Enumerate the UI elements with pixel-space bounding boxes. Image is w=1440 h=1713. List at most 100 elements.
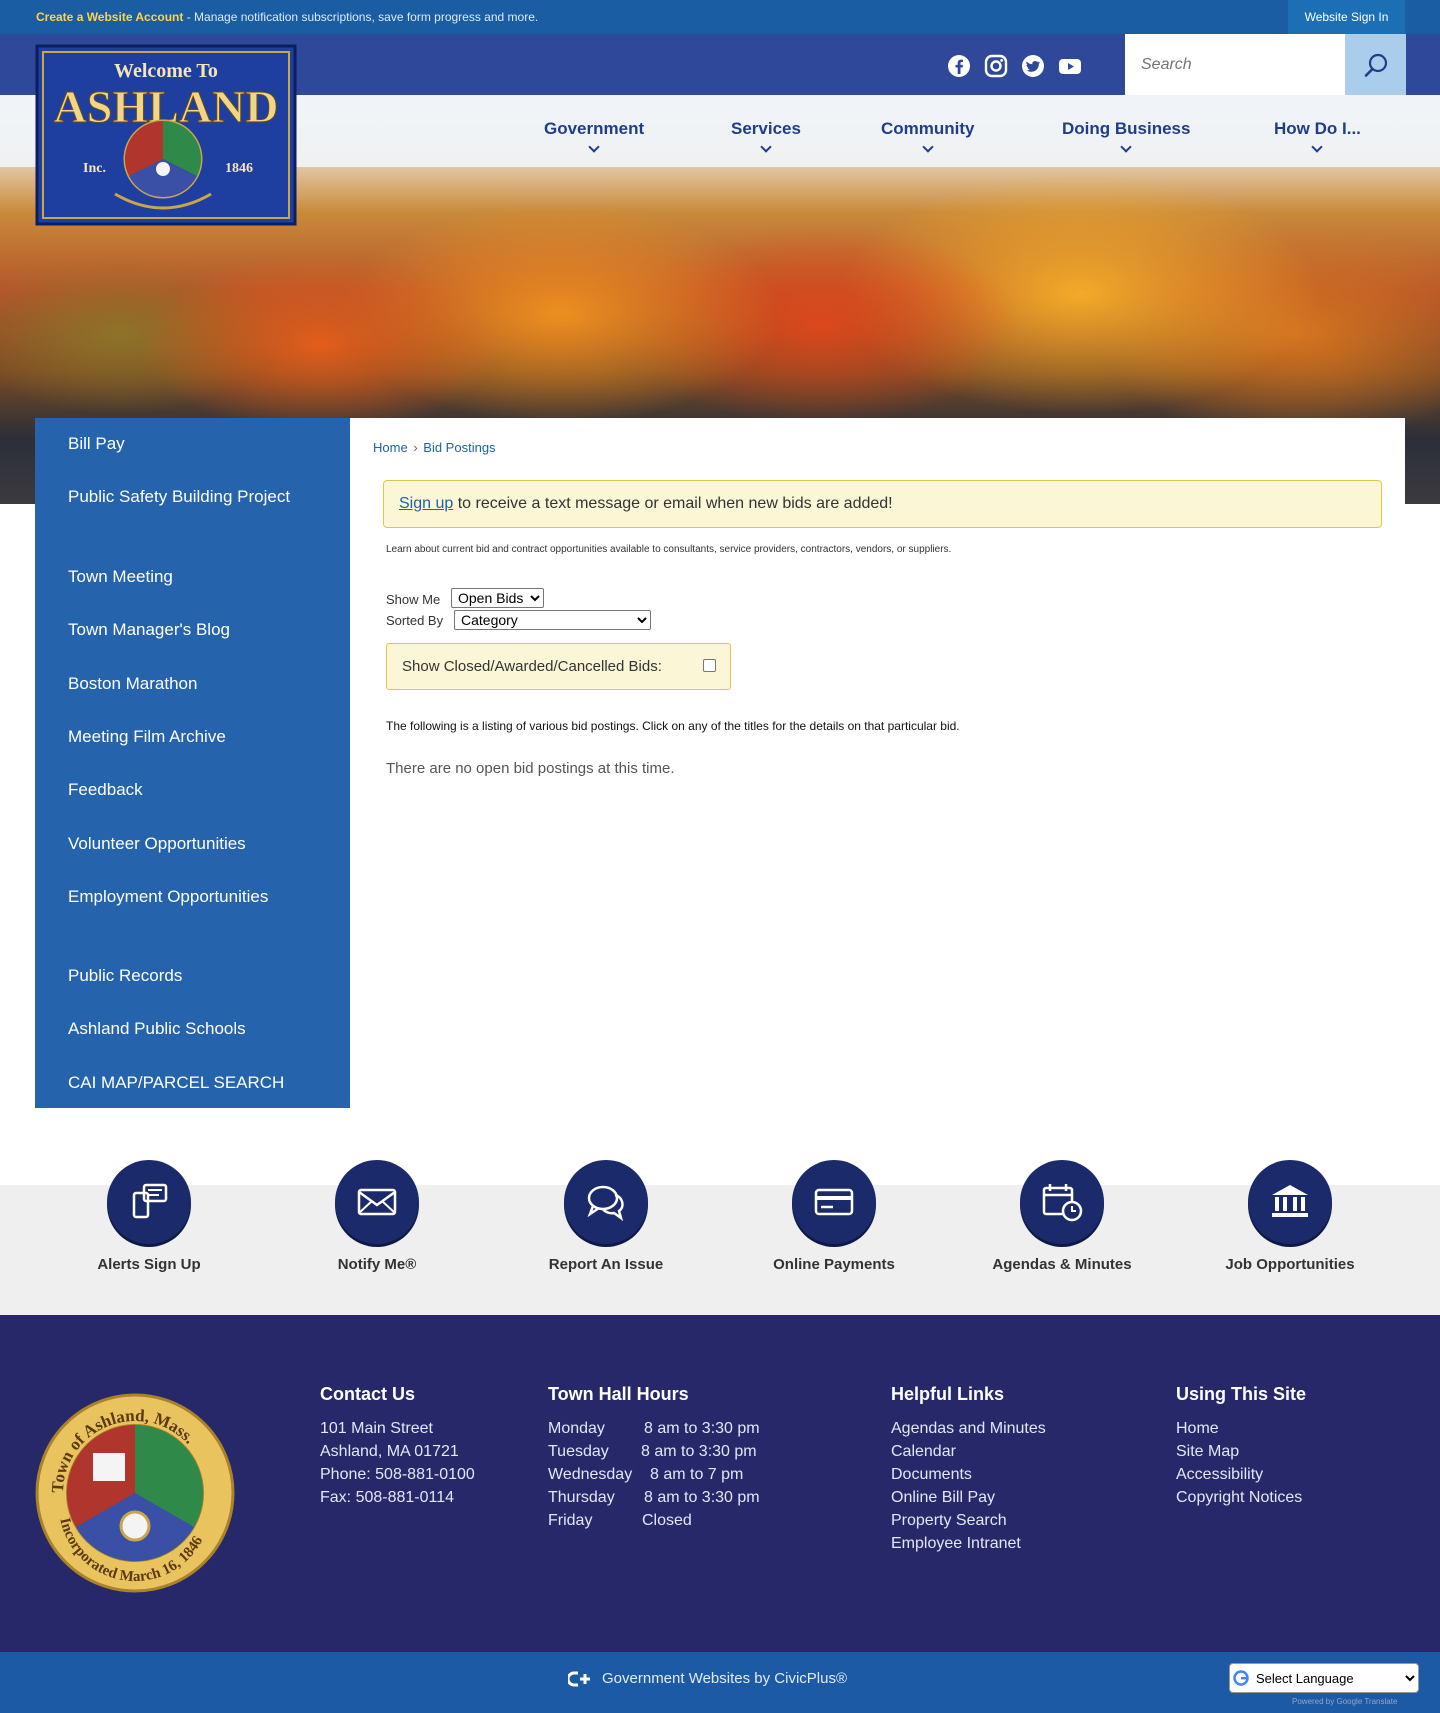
hours-title: Town Hall Hours — [548, 1384, 689, 1404]
google-g-icon — [1233, 1670, 1249, 1686]
breadcrumb-current[interactable]: Bid Postings — [423, 440, 495, 455]
civicplus-logo-icon — [568, 1671, 590, 1686]
hours-row: Thursday 8 am to 3:30 pm — [548, 1489, 760, 1506]
search-input[interactable] — [1125, 34, 1345, 95]
show-closed-checkbox[interactable] — [703, 659, 716, 672]
sidebar-item-boston-marathon[interactable]: Boston Marathon — [68, 671, 328, 696]
sidebar-item-cai-map-parcel-search[interactable]: CAI MAP/PARCEL SEARCH — [68, 1070, 328, 1095]
footer-helpful-links: Helpful Links Agendas and Minutes Calend… — [891, 1384, 1046, 1555]
chevron-down-icon — [588, 141, 600, 153]
sidebar-item-volunteer-opportunities[interactable]: Volunteer Opportunities — [68, 831, 328, 856]
town-logo[interactable]: Welcome To ASHLAND Inc. 1846 — [35, 44, 297, 226]
contact-title: Contact Us — [320, 1384, 416, 1404]
show-closed-bids-box: Show Closed/Awarded/Cancelled Bids: — [386, 643, 731, 690]
quick-link-online-payments[interactable]: Online Payments — [734, 1160, 934, 1273]
create-account-link[interactable]: Create a Website Account — [36, 10, 183, 24]
helpful-title: Helpful Links — [891, 1384, 1005, 1404]
quick-link-report-an-issue[interactable]: Report An Issue — [506, 1160, 706, 1273]
contact-phone[interactable]: Phone: 508-881-0100 — [320, 1463, 475, 1486]
civicplus-credit[interactable]: Government Websites by CivicPlus® — [568, 1670, 847, 1687]
google-translate-credit: Powered by Google Translate — [1292, 1697, 1398, 1706]
breadcrumb-separator: › — [413, 440, 418, 455]
quick-link-agendas-minutes[interactable]: Agendas & Minutes — [962, 1160, 1162, 1273]
hours-row: Monday 8 am to 3:30 pm — [548, 1420, 760, 1437]
quick-link-label: Alerts Sign Up — [97, 1256, 201, 1273]
signup-alert: Sign up to receive a text message or ema… — [383, 480, 1382, 528]
account-message: Create a Website Account - Manage notifi… — [36, 10, 538, 24]
credit-card-icon — [814, 1188, 854, 1216]
quick-link-label: Online Payments — [773, 1256, 895, 1273]
search-icon — [1364, 53, 1387, 77]
show-me-label: Show Me — [386, 592, 441, 607]
nav-label: Services — [731, 119, 801, 138]
show-me-select[interactable]: Open Bids — [451, 588, 544, 608]
chevron-down-icon — [1311, 141, 1324, 153]
logo-welcome: Welcome To — [114, 60, 218, 82]
chevron-down-icon — [922, 141, 934, 153]
quick-link-label: Agendas & Minutes — [992, 1256, 1132, 1273]
footer-link[interactable]: Property Search — [891, 1509, 1046, 1532]
language-select[interactable]: Select Language — [1229, 1663, 1419, 1693]
listing-description: The following is a listing of various bi… — [386, 719, 960, 733]
calendar-clock-icon — [1042, 1184, 1083, 1222]
footer-link[interactable]: Employee Intranet — [891, 1532, 1046, 1555]
nav-doing-business[interactable]: Doing Business — [1062, 119, 1190, 153]
quick-link-label: Notify Me® — [337, 1256, 417, 1273]
using-title: Using This Site — [1176, 1384, 1307, 1404]
sidebar-item-employment-opportunities[interactable]: Employment Opportunities — [68, 884, 328, 909]
footer-hours: Town Hall Hours Monday 8 am to 3:30 pm Tu… — [548, 1384, 760, 1532]
town-seal: Town of Ashland, Mass. Incorporated Marc… — [35, 1393, 235, 1593]
sidebar-item-public-records[interactable]: Public Records — [68, 963, 328, 988]
quick-link-alerts-sign-up[interactable]: Alerts Sign Up — [49, 1160, 249, 1273]
youtube-icon[interactable] — [1058, 54, 1082, 78]
mobile-alert-icon — [132, 1183, 168, 1219]
sidebar-item-ashland-public-schools[interactable]: Ashland Public Schools — [68, 1016, 328, 1041]
sorted-by-select[interactable]: Category — [454, 610, 651, 630]
chevron-down-icon — [1120, 141, 1132, 153]
contact-fax: Fax: 508-881-0114 — [320, 1489, 455, 1506]
footer-link[interactable]: Copyright Notices — [1176, 1486, 1306, 1509]
quick-link-notify-me[interactable]: Notify Me® — [277, 1160, 477, 1273]
quick-link-label: Job Opportunities — [1225, 1256, 1355, 1273]
show-closed-label: Show Closed/Awarded/Cancelled Bids: — [402, 658, 662, 675]
footer-link[interactable]: Accessibility — [1176, 1463, 1306, 1486]
footer-link[interactable]: Online Bill Pay — [891, 1486, 1046, 1509]
sidebar-item-feedback[interactable]: Feedback — [68, 777, 328, 802]
footer-link[interactable]: Agendas and Minutes — [891, 1417, 1046, 1440]
breadcrumb: Home › Bid Postings — [373, 440, 496, 455]
no-bids-message: There are no open bid postings at this t… — [386, 760, 675, 777]
nav-label: Community — [881, 119, 975, 138]
top-bar: Create a Website Account - Manage notifi… — [0, 0, 1440, 34]
footer-link[interactable]: Documents — [891, 1463, 1046, 1486]
footer-link[interactable]: Site Map — [1176, 1440, 1306, 1463]
footer-link[interactable]: Home — [1176, 1417, 1306, 1440]
nav-government[interactable]: Government — [544, 119, 645, 153]
sidebar-item-meeting-film-archive[interactable]: Meeting Film Archive — [68, 724, 328, 749]
breadcrumb-home[interactable]: Home — [373, 440, 408, 455]
sidebar-item-public-safety-building[interactable]: Public Safety Building Project — [68, 484, 328, 509]
facebook-icon[interactable] — [947, 54, 971, 78]
footer-link[interactable]: Calendar — [891, 1440, 1046, 1463]
civicplus-text: Government Websites by CivicPlus® — [602, 1670, 848, 1687]
search-button[interactable] — [1345, 34, 1406, 95]
nav-label: How Do I... — [1274, 119, 1361, 138]
contact-address-2: Ashland, MA 01721 — [320, 1443, 459, 1460]
nav-how-do-i[interactable]: How Do I... — [1274, 119, 1361, 153]
sidebar-item-town-meeting[interactable]: Town Meeting — [68, 564, 328, 589]
intro-text: Learn about current bid and contract opp… — [386, 544, 952, 555]
building-columns-icon — [1272, 1185, 1308, 1217]
sidebar-nav: Bill Pay Public Safety Building Project … — [35, 418, 350, 1108]
quick-link-job-opportunities[interactable]: Job Opportunities — [1190, 1160, 1390, 1273]
hours-row: Friday Closed — [548, 1512, 692, 1529]
nav-community[interactable]: Community — [881, 119, 975, 153]
sidebar-item-bill-pay[interactable]: Bill Pay — [68, 431, 328, 456]
sign-up-link[interactable]: Sign up — [399, 495, 453, 512]
footer-using-this-site: Using This Site Home Site Map Accessibil… — [1176, 1384, 1306, 1509]
sidebar-item-town-managers-blog[interactable]: Town Manager's Blog — [68, 617, 328, 642]
chevron-down-icon — [760, 141, 772, 153]
website-sign-in-button[interactable]: Website Sign In — [1288, 0, 1405, 34]
nav-services[interactable]: Services — [731, 119, 801, 153]
instagram-icon[interactable] — [984, 54, 1008, 78]
twitter-icon[interactable] — [1021, 54, 1045, 78]
nav-label: Government — [544, 119, 645, 138]
